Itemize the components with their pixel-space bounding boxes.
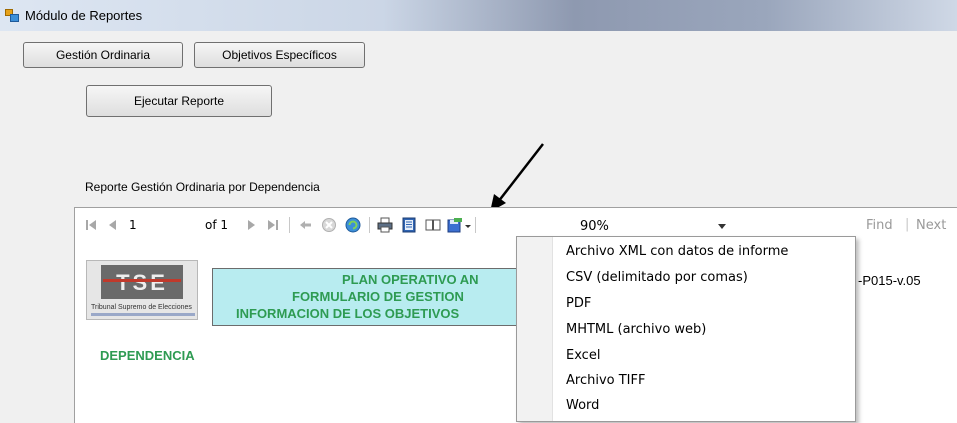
tse-logo: TSE Tribunal Supremo de Elecciones (86, 260, 198, 320)
tse-logo-letters: TSE (116, 270, 168, 295)
export-icon[interactable] (447, 217, 473, 233)
tse-logo-caption: Tribunal Supremo de Elecciones (91, 304, 192, 311)
export-item-tiff[interactable]: Archivo TIFF (566, 373, 645, 388)
report-code: -P015-v.05 (858, 273, 921, 288)
next-page-icon[interactable] (243, 217, 259, 233)
export-item-word[interactable]: Word (566, 398, 599, 413)
print-icon[interactable] (377, 217, 393, 233)
header-line-3: INFORMACION DE LOS OBJETIVOS (236, 306, 460, 321)
header-line-1: PLAN OPERATIVO AN (342, 272, 479, 287)
window-title: Módulo de Reportes (25, 8, 143, 23)
run-report-label: Ejecutar Reporte (133, 94, 225, 108)
tab-gestion-ordinaria-label: Gestión Ordinaria (55, 48, 151, 62)
app-icon (5, 9, 19, 22)
first-page-icon[interactable] (83, 217, 99, 233)
stop-icon[interactable] (321, 217, 337, 233)
run-report-button[interactable]: Ejecutar Reporte (86, 85, 272, 117)
export-item-pdf[interactable]: PDF (566, 296, 591, 311)
export-menu: Archivo XML con datos de informe CSV (de… (516, 236, 856, 422)
tse-logo-stripe (103, 279, 181, 282)
next-link[interactable]: Next (916, 218, 946, 233)
page-count: of 1 (205, 218, 229, 232)
export-item-mhtml[interactable]: MHTML (archivo web) (566, 322, 706, 337)
export-item-xml[interactable]: Archivo XML con datos de informe (566, 244, 788, 259)
print-layout-icon[interactable] (401, 217, 417, 233)
refresh-icon[interactable] (345, 217, 361, 233)
page-setup-icon[interactable] (425, 217, 441, 233)
find-separator: | (905, 217, 910, 232)
header-line-2: FORMULARIO DE GESTION (292, 289, 464, 304)
dependencia-label: DEPENDENCIA (100, 348, 195, 363)
last-page-icon[interactable] (265, 217, 281, 233)
tab-gestion-ordinaria[interactable]: Gestión Ordinaria (23, 42, 183, 68)
page-number-input[interactable]: 1 (129, 218, 137, 232)
find-link[interactable]: Find (866, 218, 893, 233)
export-item-excel[interactable]: Excel (566, 348, 600, 363)
tab-objetivos-especificos-label: Objetivos Específicos (222, 48, 337, 62)
tab-objetivos-especificos[interactable]: Objetivos Específicos (194, 42, 365, 68)
tse-logo-mark: TSE (101, 265, 183, 299)
back-icon[interactable] (297, 217, 313, 233)
tse-logo-bar (91, 313, 195, 316)
previous-page-icon[interactable] (105, 217, 121, 233)
report-title: Reporte Gestión Ordinaria por Dependenci… (85, 180, 320, 194)
zoom-select[interactable]: 90% (572, 217, 728, 235)
chevron-down-icon (718, 224, 726, 229)
window-titlebar: Módulo de Reportes (0, 0, 957, 31)
zoom-value: 90% (580, 219, 609, 234)
export-item-csv[interactable]: CSV (delimitado por comas) (566, 270, 748, 285)
export-menu-gutter (517, 237, 553, 421)
